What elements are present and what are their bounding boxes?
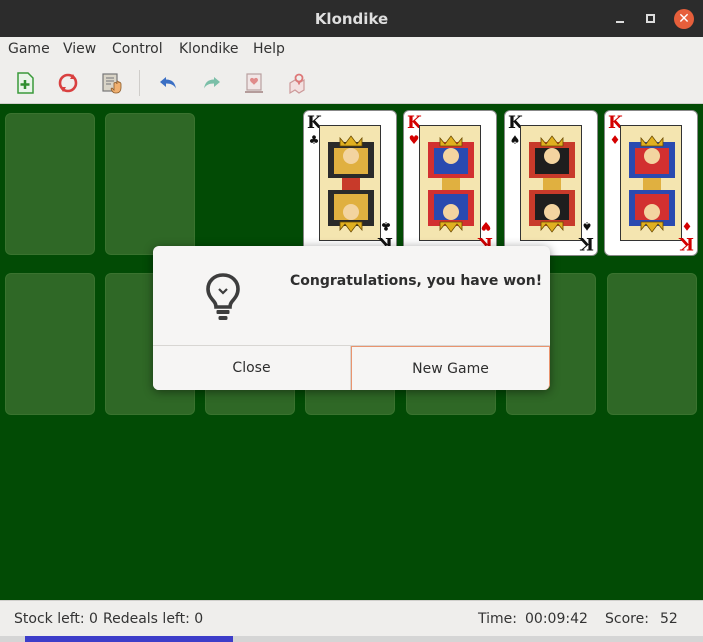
- menu-bar: Game View Control Klondike Help: [0, 37, 703, 62]
- menu-help[interactable]: Help: [253, 41, 285, 57]
- close-window-button[interactable]: ✕: [674, 9, 694, 29]
- title-bar[interactable]: Klondike ✕: [0, 0, 703, 37]
- toolbar: [0, 62, 703, 104]
- king-face-image: [620, 125, 682, 241]
- new-game-icon[interactable]: [13, 71, 37, 95]
- stock-pile[interactable]: [5, 113, 95, 255]
- waste-pile[interactable]: [105, 113, 195, 255]
- foundation-card[interactable]: K ♣ K ♣: [303, 110, 397, 256]
- minimize-icon: [616, 21, 624, 23]
- desktop-background: [0, 636, 703, 642]
- menu-klondike[interactable]: Klondike: [179, 41, 239, 57]
- redo-icon[interactable]: [199, 71, 223, 95]
- toolbar-separator: [139, 70, 140, 96]
- king-face-image: [419, 125, 481, 241]
- foundation-card[interactable]: K ♥ K ♥: [403, 110, 497, 256]
- lightbulb-icon: [205, 272, 241, 322]
- menu-control[interactable]: Control: [112, 41, 163, 57]
- fullscreen-icon[interactable]: [285, 71, 309, 95]
- maximize-icon: [646, 14, 655, 23]
- close-icon: ✕: [678, 11, 690, 27]
- maximize-button[interactable]: [641, 9, 661, 29]
- redeals-left-label: Redeals left: 0: [103, 611, 204, 627]
- dialog-button-row: Close New Game: [153, 345, 550, 390]
- king-face-image: [319, 125, 381, 241]
- foundation-card[interactable]: K ♠ K ♠: [504, 110, 598, 256]
- king-face-image: [520, 125, 582, 241]
- background-window-strip: [25, 636, 233, 642]
- window-title: Klondike: [314, 10, 389, 28]
- deal-icon[interactable]: [100, 71, 124, 95]
- tableau-slot[interactable]: [607, 273, 697, 415]
- restart-icon[interactable]: [56, 71, 80, 95]
- score-label: Score:: [605, 611, 649, 627]
- klondike-window: Klondike ✕ Game View Control Klondike He…: [0, 0, 703, 642]
- menu-game[interactable]: Game: [8, 41, 50, 57]
- undo-icon[interactable]: [157, 71, 181, 95]
- win-dialog: Congratulations, you have won! Close New…: [153, 246, 550, 390]
- score-value: 52: [660, 611, 678, 627]
- tableau-slot[interactable]: [5, 273, 95, 415]
- card-corner: K ♦: [679, 219, 694, 253]
- win-message: Congratulations, you have won!: [290, 273, 543, 289]
- stock-left-label: Stock left: 0: [14, 611, 98, 627]
- new-game-button[interactable]: New Game: [351, 346, 550, 390]
- foundation-card[interactable]: K ♦ K ♦: [604, 110, 698, 256]
- status-bar: Stock left: 0 Redeals left: 0 Time: 00:0…: [0, 600, 703, 636]
- card-corner: K ♠: [579, 219, 594, 253]
- minimize-button[interactable]: [610, 9, 630, 29]
- close-button[interactable]: Close: [153, 346, 351, 390]
- menu-view[interactable]: View: [63, 41, 96, 57]
- time-value: 00:09:42: [525, 611, 588, 627]
- hint-icon[interactable]: [242, 71, 266, 95]
- time-label: Time:: [478, 611, 517, 627]
